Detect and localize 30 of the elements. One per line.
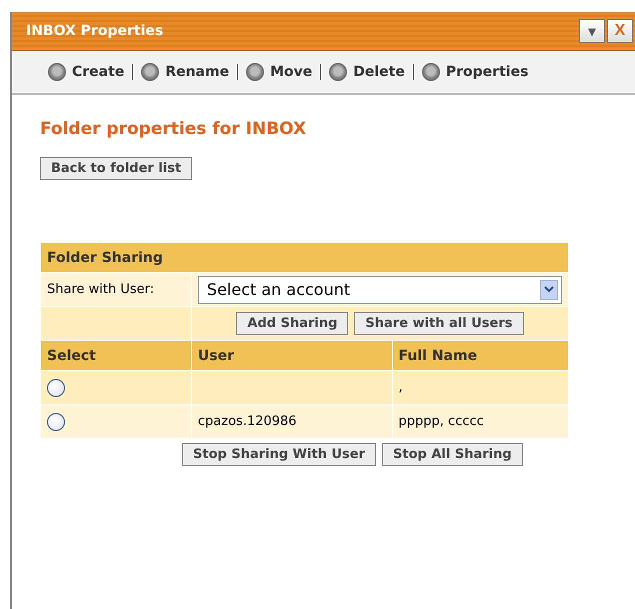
window-title: INBOX Properties: [26, 23, 164, 39]
bullet-icon: [422, 63, 440, 81]
chevron-icon: [540, 280, 558, 300]
column-header: Select: [41, 341, 191, 370]
account-select[interactable]: Select an account: [198, 276, 562, 304]
toolbar-button[interactable]: Properties: [414, 63, 536, 81]
column-header: Full Name: [392, 341, 568, 370]
back-button[interactable]: Back to folder list: [40, 157, 192, 180]
bullet-icon: [48, 63, 66, 81]
bullet-icon: [141, 63, 160, 81]
page-heading: Folder properties for INBOX: [40, 119, 308, 139]
table-cell: ppppp, ccccc: [392, 405, 568, 438]
column-header: User: [192, 341, 392, 370]
share-button[interactable]: Share with all Users: [354, 312, 524, 335]
toolbar-button[interactable]: Create: [40, 63, 132, 81]
radio-button[interactable]: [47, 378, 65, 396]
toolbar-button[interactable]: Move: [238, 63, 320, 81]
table-cell: ,: [392, 371, 568, 404]
field-label: Share with User:: [41, 273, 191, 306]
bullet-icon: [329, 63, 348, 81]
bullet-icon: [246, 63, 264, 81]
toolbar-button[interactable]: Delete: [321, 63, 413, 81]
share-button[interactable]: Add Sharing: [236, 312, 348, 335]
table-cell: cpazos.120986: [192, 405, 392, 438]
section-header: Folder Sharing: [41, 243, 568, 272]
stop-button[interactable]: Stop Sharing With User: [182, 443, 376, 466]
stop-button[interactable]: Stop All Sharing: [382, 443, 523, 466]
minimize-button[interactable]: ▾: [579, 19, 605, 43]
toolbar-button[interactable]: Rename: [133, 63, 238, 81]
radio-button[interactable]: [47, 412, 65, 430]
